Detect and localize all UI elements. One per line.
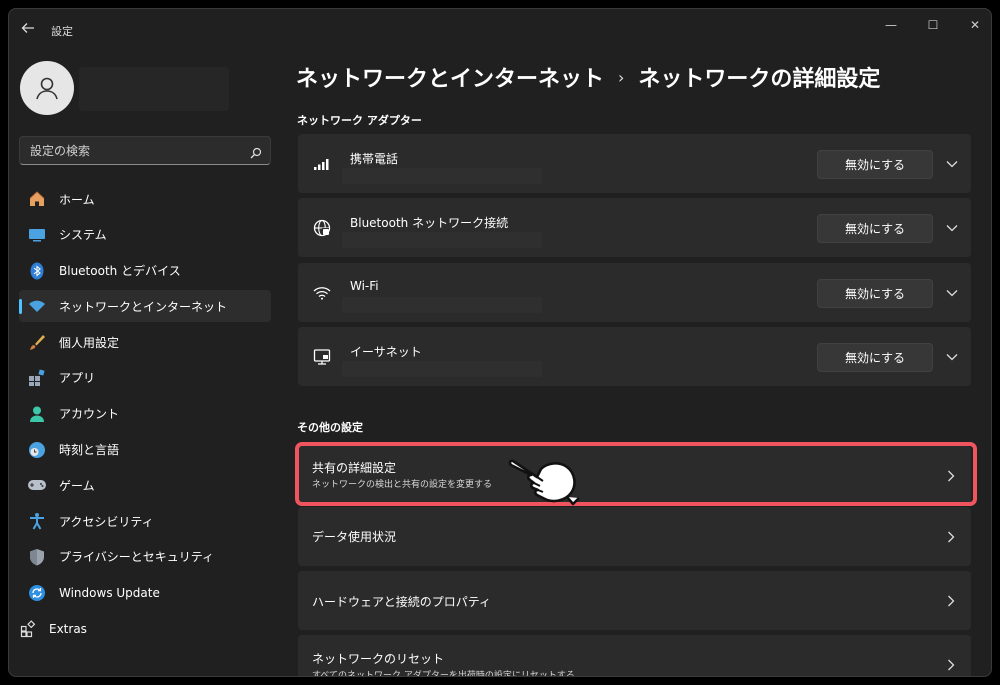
wifi-icon: [312, 283, 332, 303]
adapter-detail-blurred: [342, 168, 542, 184]
sidebar-item-bluetooth[interactable]: Bluetooth とデバイス: [19, 255, 271, 287]
chevron-right-icon[interactable]: [943, 657, 959, 673]
time-language-icon: [27, 440, 47, 460]
adapter-card-ethernet[interactable]: イーサネット 無効にする: [298, 327, 971, 386]
title-bar: 設定 — ☐ ✕: [9, 9, 991, 45]
search-icon: [250, 144, 262, 163]
bluetooth-icon: [27, 261, 47, 281]
pointing-hand-icon: [508, 459, 580, 506]
section-title-adapters: ネットワーク アダプター: [297, 114, 422, 127]
section-title-other: その他の設定: [297, 421, 363, 434]
disable-button[interactable]: 無効にする: [817, 279, 933, 308]
brush-icon: [27, 332, 47, 352]
sidebar-item-privacy[interactable]: プライバシーとセキュリティ: [19, 541, 271, 573]
search-input[interactable]: [20, 137, 270, 164]
card-subtitle: すべてのネットワーク アダプターを出荷時の設定にリセットする: [312, 671, 575, 677]
sidebar-item-label: アクセシビリティ: [59, 514, 154, 529]
adapter-card-wifi[interactable]: Wi-Fi 無効にする: [298, 263, 971, 322]
breadcrumb-parent[interactable]: ネットワークとインターネット: [296, 61, 604, 93]
adapter-name: Bluetooth ネットワーク接続: [350, 216, 509, 230]
ethernet-icon: [312, 347, 332, 367]
disable-button[interactable]: 無効にする: [817, 214, 933, 243]
cellular-icon: [312, 154, 332, 174]
avatar[interactable]: [20, 61, 74, 115]
maximize-button[interactable]: ☐: [916, 13, 950, 37]
apps-icon: [27, 368, 47, 388]
sidebar-item-extras[interactable]: Extras: [19, 613, 271, 645]
adapter-card-cellular[interactable]: 携帯電話 無効にする: [298, 134, 971, 193]
minimize-button[interactable]: —: [874, 13, 908, 37]
sidebar-item-label: ゲーム: [59, 478, 95, 493]
page-title: ネットワークの詳細設定: [638, 67, 881, 92]
app-title: 設定: [51, 25, 73, 38]
chevron-right-icon[interactable]: [943, 593, 959, 609]
sidebar-item-apps[interactable]: アプリ: [19, 362, 271, 394]
sidebar-item-gaming[interactable]: ゲーム: [19, 469, 271, 501]
network-reset-card[interactable]: ネットワークのリセット すべてのネットワーク アダプターを出荷時の設定にリセット…: [298, 635, 971, 677]
card-title: ハードウェアと接続のプロパティ: [312, 595, 492, 609]
sidebar-item-accessibility[interactable]: アクセシビリティ: [19, 505, 271, 537]
chevron-down-icon[interactable]: [944, 349, 960, 365]
globe-network-icon: [312, 218, 332, 238]
home-icon: [27, 189, 47, 209]
highlight-box: [295, 442, 977, 506]
sidebar-item-label: Extras: [49, 621, 87, 636]
sidebar-item-label: プライバシーとセキュリティ: [59, 550, 215, 565]
sidebar-item-label: Bluetooth とデバイス: [59, 264, 181, 279]
sidebar-item-personalization[interactable]: 個人用設定: [19, 326, 271, 358]
adapter-detail-blurred: [342, 297, 542, 313]
breadcrumb-separator: ›: [618, 67, 625, 87]
adapter-name: 携帯電話: [350, 152, 399, 166]
sidebar-item-label: ホーム: [59, 192, 95, 207]
close-button[interactable]: ✕: [958, 13, 991, 37]
back-arrow-icon: [21, 23, 34, 33]
account-info-blurred: [79, 67, 229, 111]
sidebar-item-time-language[interactable]: 時刻と言語: [19, 434, 271, 466]
card-title: ネットワークのリセット: [312, 652, 445, 666]
hardware-properties-card[interactable]: ハードウェアと接続のプロパティ: [298, 571, 971, 630]
adapter-card-bluetooth-network[interactable]: Bluetooth ネットワーク接続 無効にする: [298, 198, 971, 257]
sidebar-item-windows-update[interactable]: Windows Update: [19, 577, 271, 609]
sidebar-item-label: 個人用設定: [59, 335, 120, 350]
shield-icon: [27, 547, 47, 567]
search-box[interactable]: [19, 136, 271, 165]
adapter-detail-blurred: [342, 232, 542, 248]
sidebar-item-network[interactable]: ネットワークとインターネット: [19, 290, 271, 323]
adapter-detail-blurred: [342, 361, 542, 377]
breadcrumb: ネットワークとインターネット › ネットワークの詳細設定: [296, 61, 880, 93]
adapter-name: イーサネット: [350, 345, 422, 359]
account-icon: [27, 404, 47, 424]
chevron-down-icon[interactable]: [944, 285, 960, 301]
data-usage-card[interactable]: データ使用状況: [298, 507, 971, 566]
adapter-name: Wi-Fi: [350, 279, 379, 293]
disable-button[interactable]: 無効にする: [817, 343, 933, 372]
disable-button[interactable]: 無効にする: [817, 150, 933, 179]
settings-window: 設定 — ☐ ✕ ホーム システム Bluetooth とデバイス ネットワーク…: [8, 8, 992, 677]
sidebar-item-home[interactable]: ホーム: [19, 183, 271, 215]
sidebar-item-label: Windows Update: [59, 585, 160, 600]
system-icon: [27, 225, 47, 245]
sidebar-item-label: アプリ: [59, 371, 96, 386]
card-title: データ使用状況: [312, 530, 397, 544]
chevron-right-icon[interactable]: [943, 529, 959, 545]
sidebar-item-label: システム: [59, 228, 107, 243]
sidebar-item-system[interactable]: システム: [19, 219, 271, 251]
extras-icon: [19, 619, 39, 639]
sidebar-item-accounts[interactable]: アカウント: [19, 398, 271, 430]
sidebar-item-label: ネットワークとインターネット: [59, 299, 228, 314]
gamepad-icon: [27, 475, 47, 495]
back-button[interactable]: [17, 17, 39, 39]
accessibility-icon: [27, 511, 47, 531]
sidebar-item-label: 時刻と言語: [59, 443, 120, 458]
chevron-down-icon[interactable]: [944, 220, 960, 236]
update-icon: [27, 583, 47, 603]
wifi-icon: [27, 296, 47, 316]
sidebar-nav: ホーム システム Bluetooth とデバイス ネットワークとインターネット …: [19, 183, 271, 648]
chevron-down-icon[interactable]: [944, 156, 960, 172]
user-icon: [36, 77, 58, 100]
sidebar-item-label: アカウント: [59, 407, 120, 422]
